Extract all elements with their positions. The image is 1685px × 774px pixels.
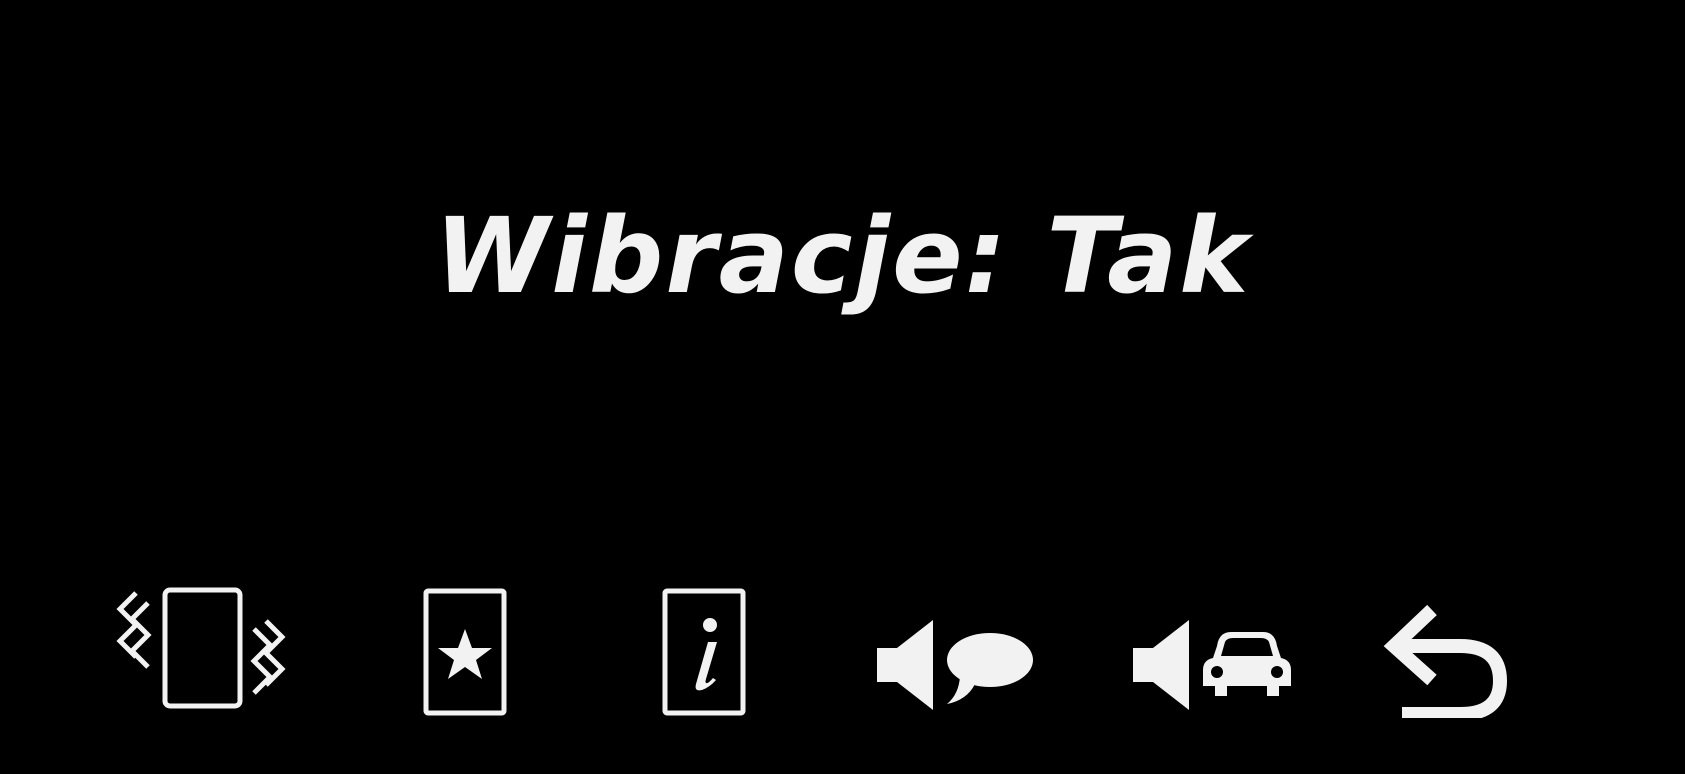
car-sound-button[interactable]: [1131, 618, 1295, 712]
phone-info-icon: [662, 588, 746, 716]
vibrating-phone-icon: [116, 587, 286, 709]
voice-message-sound-button[interactable]: [875, 618, 1035, 712]
speaker-speech-bubble-icon: [877, 620, 1033, 710]
vibration-button[interactable]: [108, 583, 294, 713]
info-button[interactable]: [662, 588, 746, 716]
phone-star-icon: [423, 588, 507, 716]
back-arrow-icon: [1383, 604, 1507, 718]
bottom-toolbar: [0, 0, 1685, 774]
back-button[interactable]: [1378, 600, 1514, 718]
vibration-settings-screen: Wibracje: Tak: [0, 0, 1685, 774]
speaker-car-icon: [1133, 620, 1291, 710]
favorites-button[interactable]: [423, 588, 507, 716]
